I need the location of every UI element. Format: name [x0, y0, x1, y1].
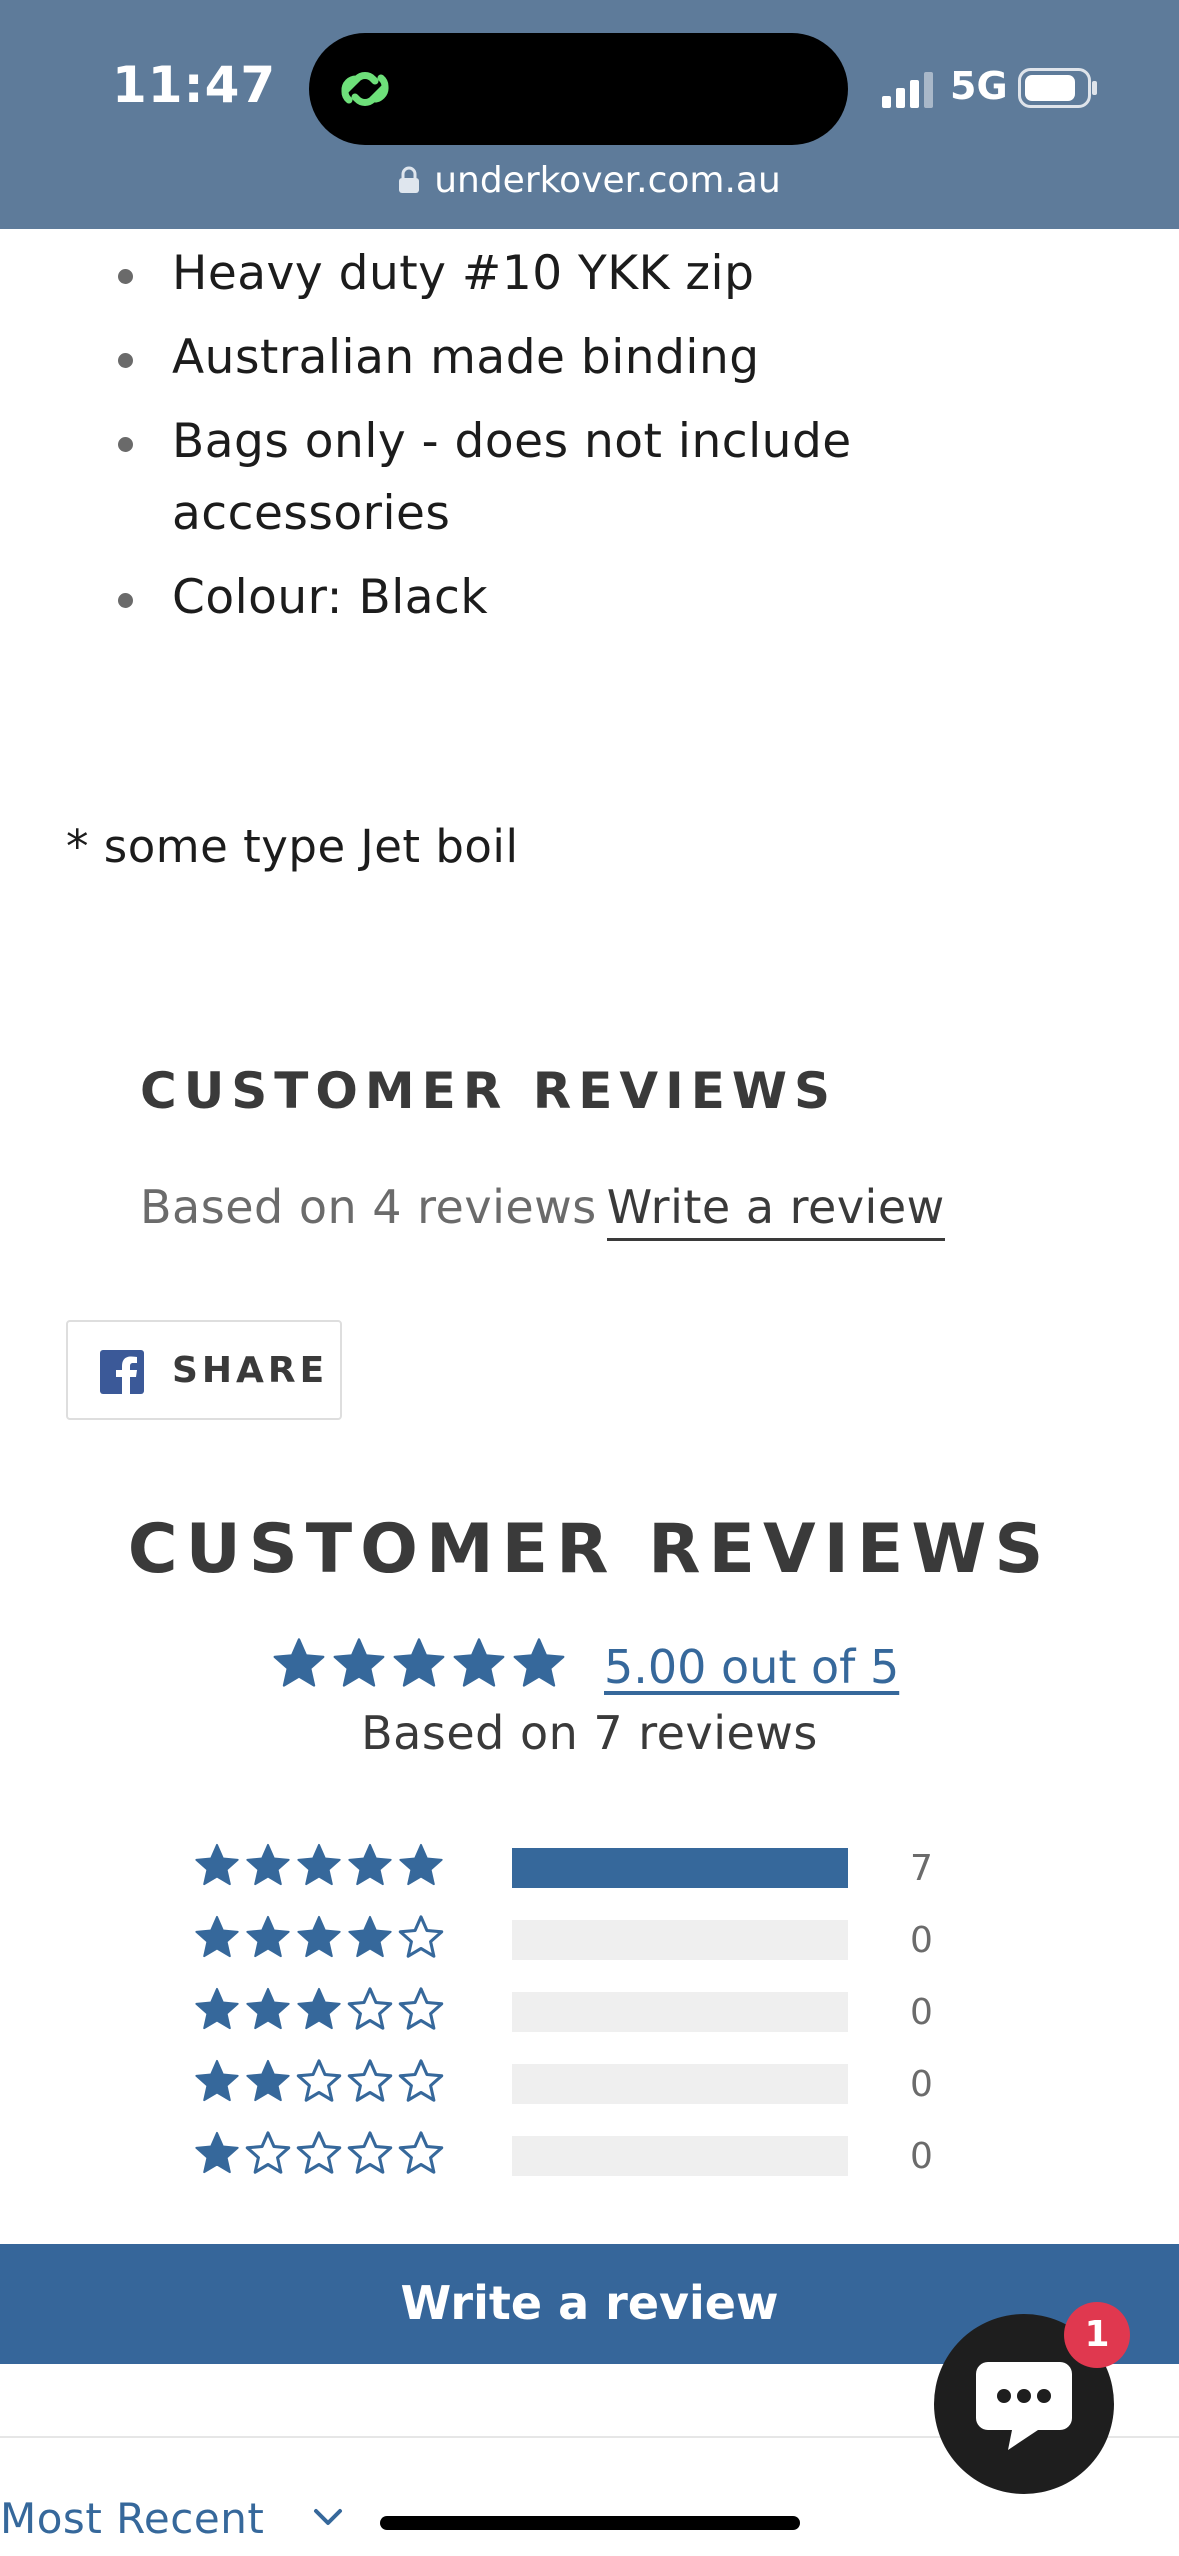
star-filled-icon: [297, 1987, 341, 2030]
dynamic-island: [309, 33, 848, 145]
histogram-bar: [512, 1992, 848, 2032]
histogram-count: 0: [910, 2064, 933, 2105]
address-bar[interactable]: underkover.com.au: [0, 160, 1179, 210]
status-bar: 11:47 5G underkover.com.au: [0, 0, 1179, 229]
product-note: * some type Jet boil: [66, 820, 519, 873]
histogram-row-stars: [194, 1986, 449, 2034]
bullet-dot: [118, 269, 133, 284]
star-empty-icon: [347, 1987, 393, 2030]
histogram-row-stars: [194, 1842, 449, 1890]
star-filled-icon: [195, 1915, 239, 1958]
histogram-bar: [512, 2064, 848, 2104]
star-filled-icon: [246, 1843, 290, 1886]
histogram-row[interactable]: 0: [194, 2056, 994, 2128]
notification-badge: 1: [1064, 2302, 1130, 2368]
histogram-count: 7: [910, 1848, 933, 1889]
link-activity-icon: [341, 72, 389, 106]
histogram-count: 0: [910, 1920, 933, 1961]
histogram-row[interactable]: 0: [194, 1984, 994, 2056]
star-filled-icon: [348, 1915, 392, 1958]
star-filled-icon: [297, 1843, 341, 1886]
share-label: SHARE: [172, 1350, 329, 1391]
star-empty-icon: [398, 2131, 444, 2174]
histogram-row-stars: [194, 2130, 449, 2178]
rating-histogram: 7 0 0 0 0: [194, 1840, 994, 2200]
facebook-icon: [100, 1350, 144, 1394]
bullet-dot: [118, 593, 133, 608]
reviews-based-on: Based on 4 reviews: [140, 1180, 597, 1234]
star-filled-icon: [246, 1915, 290, 1958]
histogram-count: 0: [910, 2136, 933, 2177]
star-empty-icon: [347, 2131, 393, 2174]
feature-item: Australian made binding: [110, 322, 1110, 394]
bullet-dot: [118, 353, 133, 368]
star-empty-icon: [398, 1915, 444, 1958]
histogram-count: 0: [910, 1992, 933, 2033]
star-empty-icon: [245, 2131, 291, 2174]
histogram-bar: [512, 1920, 848, 1960]
star-filled-icon: [195, 2059, 239, 2102]
average-rating-stars: [272, 1636, 572, 1696]
star-empty-icon: [296, 2131, 342, 2174]
chat-bubble-icon: [976, 2362, 1072, 2450]
home-indicator: [380, 2516, 800, 2530]
write-review-link[interactable]: Write a review: [606, 1180, 945, 1241]
histogram-row-stars: [194, 1914, 449, 1962]
reviews-widget-heading: CUSTOMER REVIEWS: [127, 1510, 1052, 1589]
star-empty-icon: [347, 2059, 393, 2102]
bullet-dot: [118, 437, 133, 452]
star-empty-icon: [398, 1987, 444, 2030]
reviews-count-text: Based on 4 reviews Write a review: [140, 1180, 945, 1241]
star-filled-icon: [246, 2059, 290, 2102]
network-label: 5G: [950, 64, 1008, 108]
histogram-bar-fill: [512, 1848, 848, 1888]
star-filled-icon: [195, 1987, 239, 2030]
star-filled-icon: [393, 1638, 445, 1687]
feature-list: Heavy duty #10 YKK zip Australian made b…: [110, 238, 1110, 646]
histogram-bar: [512, 2136, 848, 2176]
star-filled-icon: [453, 1638, 505, 1687]
star-filled-icon: [246, 1987, 290, 2030]
battery-icon: [1018, 68, 1097, 108]
url-text: underkover.com.au: [434, 160, 781, 201]
star-filled-icon: [348, 1843, 392, 1886]
status-time: 11:47: [112, 56, 277, 114]
histogram-bar: [512, 1848, 848, 1888]
histogram-row-stars: [194, 2058, 449, 2106]
sort-dropdown[interactable]: Most Recent: [0, 2494, 264, 2543]
star-filled-icon: [297, 1915, 341, 1958]
facebook-share-button[interactable]: SHARE: [66, 1320, 342, 1420]
signal-icon: [882, 72, 933, 108]
star-empty-icon: [296, 2059, 342, 2102]
feature-item: Heavy duty #10 YKK zip: [110, 238, 1110, 310]
feature-item: Colour: Black: [110, 562, 1110, 634]
reviews-heading: CUSTOMER REVIEWS: [140, 1062, 838, 1120]
star-filled-icon: [273, 1638, 325, 1687]
average-rating-link[interactable]: 5.00 out of 5: [604, 1640, 899, 1694]
star-filled-icon: [513, 1638, 565, 1687]
star-empty-icon: [398, 2059, 444, 2102]
star-filled-icon: [399, 1843, 443, 1886]
reviews-widget-count: Based on 7 reviews: [361, 1706, 818, 1760]
histogram-row[interactable]: 0: [194, 2128, 994, 2200]
lock-icon: [399, 166, 420, 193]
star-filled-icon: [195, 1843, 239, 1886]
histogram-row[interactable]: 7: [194, 1840, 994, 1912]
histogram-row[interactable]: 0: [194, 1912, 994, 1984]
chevron-down-icon[interactable]: [312, 2506, 344, 2528]
star-filled-icon: [333, 1638, 385, 1687]
feature-item: Bags only - does not include accessories: [110, 406, 1110, 550]
star-filled-icon: [195, 2131, 239, 2174]
